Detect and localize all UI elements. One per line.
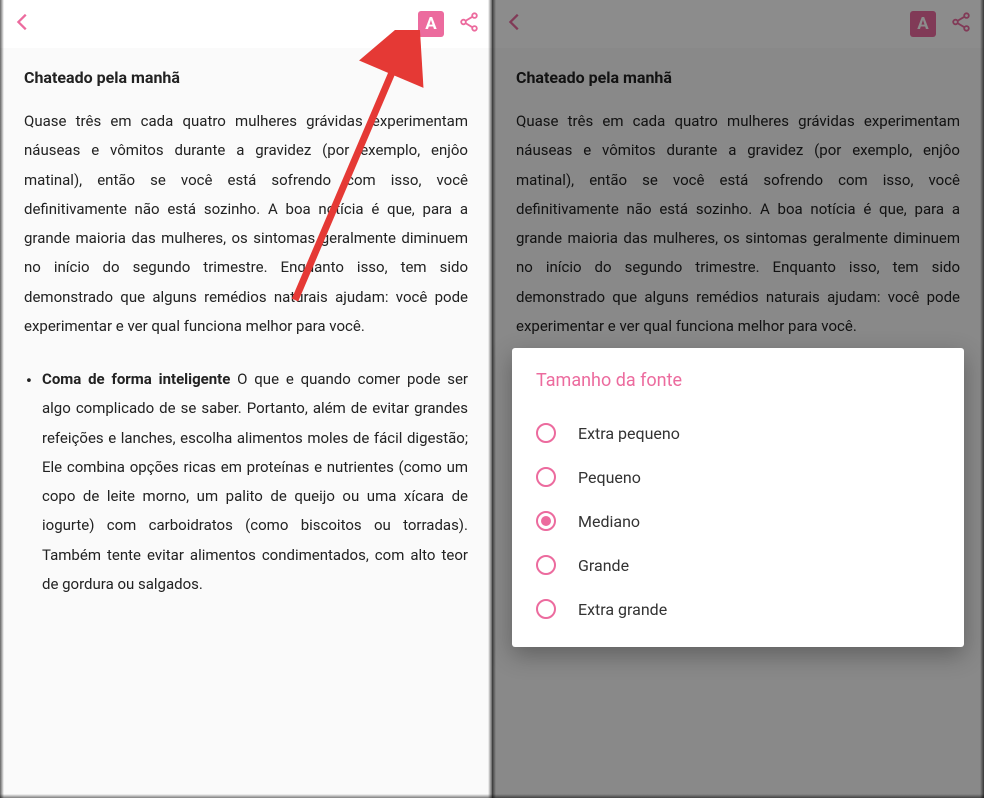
edge-decoration — [980, 0, 984, 798]
radio-option-grande[interactable]: Grande — [536, 543, 940, 587]
article-body: Quase três em cada quatro mulheres grávi… — [516, 107, 960, 341]
article-title: Chateado pela manhã — [516, 68, 960, 87]
article-title: Chateado pela manhã — [24, 68, 468, 87]
screen-left: A Chateado pela manhã Quase três em cada… — [0, 0, 492, 798]
radio-icon — [536, 467, 556, 487]
font-size-icon[interactable]: A — [910, 11, 936, 37]
radio-option-mediano[interactable]: Mediano — [536, 499, 940, 543]
share-icon[interactable] — [458, 11, 480, 37]
back-icon[interactable] — [504, 11, 526, 37]
dialog-title: Tamanho da fonte — [536, 370, 940, 391]
radio-option-extra-pequeno[interactable]: Extra pequeno — [536, 411, 940, 455]
radio-label: Pequeno — [578, 468, 641, 487]
back-icon[interactable] — [12, 11, 34, 37]
bullet-item: Coma de forma inteligente O que e quando… — [24, 365, 468, 599]
article-content: Chateado pela manhã Quase três em cada q… — [0, 48, 492, 619]
radio-option-extra-grande[interactable]: Extra grande — [536, 587, 940, 631]
edge-decoration — [492, 0, 496, 798]
radio-label: Extra pequeno — [578, 424, 680, 443]
toolbar: A — [492, 0, 984, 48]
radio-label: Extra grande — [578, 600, 667, 619]
radio-icon — [536, 555, 556, 575]
share-icon[interactable] — [950, 11, 972, 37]
radio-icon-selected — [536, 511, 556, 531]
radio-icon — [536, 599, 556, 619]
font-size-dialog: Tamanho da fonte Extra pequeno Pequeno M… — [512, 348, 964, 647]
bullet-title: Coma de forma inteligente — [42, 370, 230, 388]
edge-decoration — [0, 0, 4, 798]
edge-decoration — [492, 794, 984, 798]
radio-label: Grande — [578, 556, 629, 575]
edge-decoration — [0, 794, 492, 798]
radio-icon — [536, 423, 556, 443]
article-body: Quase três em cada quatro mulheres grávi… — [24, 107, 468, 341]
screen-right: A Chateado pela manhã Quase três em cada… — [492, 0, 984, 798]
bullet-body: O que e quando comer pode ser algo compl… — [42, 370, 468, 593]
font-size-icon[interactable]: A — [418, 11, 444, 37]
radio-option-pequeno[interactable]: Pequeno — [536, 455, 940, 499]
radio-label: Mediano — [578, 512, 640, 531]
toolbar: A — [0, 0, 492, 48]
